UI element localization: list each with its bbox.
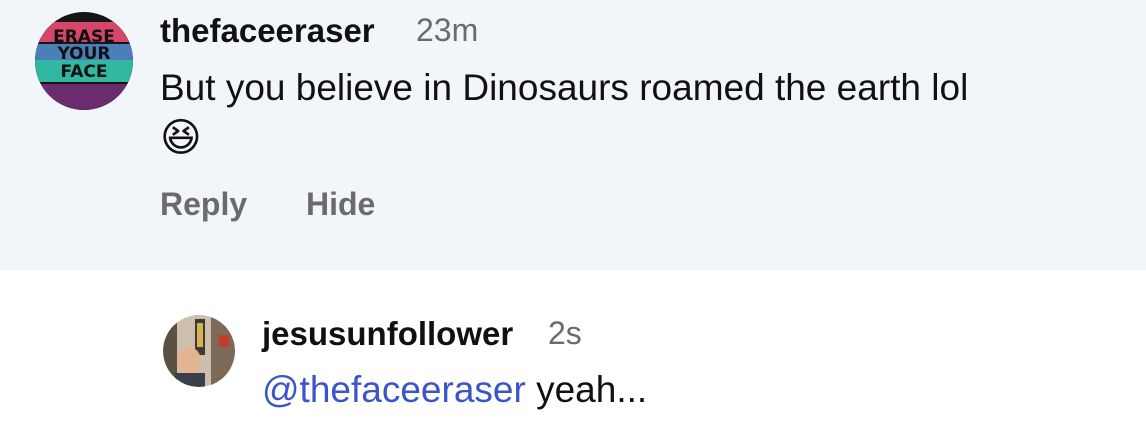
avatar[interactable]: ERASE YOUR FACE	[35, 12, 133, 110]
comment-time: 23m	[416, 12, 479, 48]
comment-time: 2s	[548, 315, 582, 351]
comment-thefaceeraser: ERASE YOUR FACE thefaceeraser 23m But yo…	[0, 0, 1146, 270]
mention-link[interactable]: @thefaceeraser	[262, 369, 526, 410]
avatar-image: ERASE YOUR FACE	[35, 12, 133, 110]
comment-text: @thefaceeraser yeah...	[262, 368, 647, 412]
avatar-text-line3: FACE	[61, 62, 108, 82]
avatar-text-line2: YOUR	[56, 44, 110, 64]
avatar-image	[163, 315, 235, 387]
comment-text-content: yeah...	[536, 369, 648, 410]
comment-username[interactable]: jesusunfollower	[262, 317, 513, 350]
avatar[interactable]	[163, 315, 235, 387]
comment-emoji: 😆	[160, 116, 202, 160]
reply-button[interactable]: Reply	[160, 188, 247, 220]
comment-username[interactable]: thefaceeraser	[160, 14, 375, 47]
hide-button[interactable]: Hide	[306, 188, 375, 220]
comment-text: But you believe in Dinosaurs roamed the …	[160, 67, 969, 108]
